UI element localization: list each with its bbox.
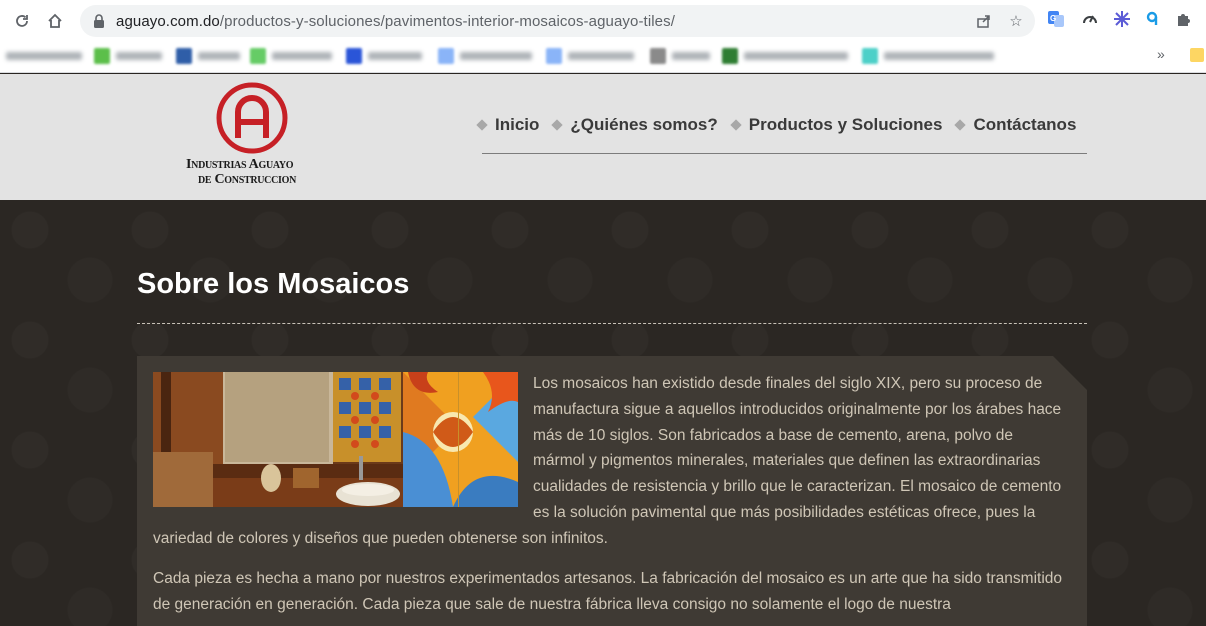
translate-extension-icon[interactable]: G <box>1046 9 1066 29</box>
bookmark-label <box>744 52 848 60</box>
blue-nine-extension-icon[interactable] <box>1142 9 1162 29</box>
logo-line1: Industrias Aguayo <box>186 157 294 172</box>
page-title: Sobre los Mosaicos <box>137 268 410 300</box>
bookmark-favicon-icon <box>438 48 454 64</box>
bookmark-folder-icon[interactable] <box>1190 48 1204 62</box>
site-header: Industrias Aguayo de Construccion Inicio… <box>0 74 1206 200</box>
photo-float-space <box>153 371 518 504</box>
bookmark-label <box>568 52 634 60</box>
snowflake-extension-icon[interactable] <box>1112 9 1132 29</box>
bookmark-item[interactable] <box>546 48 634 64</box>
menu-item-productos-y-soluciones[interactable]: Productos y Soluciones <box>730 115 943 135</box>
bookmark-item[interactable] <box>176 48 240 64</box>
bookmark-label <box>116 52 162 60</box>
bookmark-favicon-icon <box>94 48 110 64</box>
more-bookmarks-chevron[interactable]: » <box>1157 46 1165 62</box>
bookmark-label <box>460 52 532 60</box>
menu-item-quienes-somos[interactable]: ¿Quiénes somos? <box>551 115 718 135</box>
speed-gauge-extension-icon[interactable] <box>1080 9 1100 29</box>
bookmark-label <box>884 52 994 60</box>
home-icon[interactable] <box>42 8 68 34</box>
bookmark-favicon-icon <box>650 48 666 64</box>
bookmark-favicon-icon <box>250 48 266 64</box>
title-divider <box>137 323 1087 324</box>
url-text[interactable]: aguayo.com.do/productos-y-soluciones/pav… <box>116 13 675 30</box>
puzzle-extensions-icon[interactable] <box>1174 9 1194 29</box>
bookmark-item[interactable] <box>862 48 994 64</box>
address-bar[interactable]: aguayo.com.do/productos-y-soluciones/pav… <box>80 5 1035 37</box>
bookmark-favicon-icon <box>546 48 562 64</box>
menu-label: ¿Quiénes somos? <box>570 115 718 134</box>
menu-label: Productos y Soluciones <box>748 115 943 134</box>
diamond-bullet-icon <box>551 119 564 131</box>
bookmark-favicon-icon <box>346 48 362 64</box>
bookmark-label <box>272 52 332 60</box>
bookmark-item[interactable] <box>438 48 532 64</box>
bookmark-favicon-icon <box>176 48 192 64</box>
menu-label: Contáctanos <box>973 115 1077 134</box>
lock-icon[interactable] <box>92 14 106 28</box>
menu-item-contactanos[interactable]: Contáctanos <box>954 115 1077 135</box>
bookmark-item[interactable] <box>6 48 82 64</box>
browser-chrome: aguayo.com.do/productos-y-soluciones/pav… <box>0 0 1206 73</box>
bookmark-label <box>198 52 240 60</box>
logo-emblem-icon <box>216 82 288 154</box>
url-path: /productos-y-soluciones/pavimentos-inter… <box>219 12 675 30</box>
second-paragraph: Cada pieza es hecha a mano por nuestros … <box>153 570 1063 613</box>
diamond-bullet-icon <box>954 119 967 131</box>
site-logo[interactable]: Industrias Aguayo de Construccion <box>186 82 318 187</box>
main-menu: Inicio ¿Quiénes somos? Productos y Soluc… <box>476 114 1090 136</box>
bookmark-label <box>368 52 422 60</box>
main-content: Sobre los Mosaicos Los mosaicos han exis… <box>0 200 1206 626</box>
diamond-bullet-icon <box>730 119 742 131</box>
bookmark-star-icon[interactable]: ☆ <box>1006 11 1026 31</box>
share-icon[interactable] <box>974 11 994 31</box>
menu-underline <box>482 153 1087 154</box>
bookmark-item[interactable] <box>650 48 710 64</box>
bookmarks-bar <box>0 42 1206 70</box>
bookmark-favicon-icon <box>722 48 738 64</box>
content-panel: Los mosaicos han existido desde finales … <box>137 356 1087 626</box>
bookmark-favicon-icon <box>862 48 878 64</box>
logo-line2: de Construccion <box>198 172 297 187</box>
diamond-bullet-icon <box>476 119 488 131</box>
menu-label: Inicio <box>495 115 540 134</box>
url-domain: aguayo.com.do <box>116 12 220 30</box>
bookmark-item[interactable] <box>722 48 848 64</box>
bookmark-label <box>672 52 710 60</box>
bookmark-item[interactable] <box>94 48 162 64</box>
bookmark-label <box>6 52 82 60</box>
bookmark-item[interactable] <box>346 48 422 64</box>
reload-icon[interactable] <box>9 8 35 34</box>
menu-item-inicio[interactable]: Inicio <box>476 115 540 135</box>
svg-text:G: G <box>1050 14 1056 23</box>
bookmark-item[interactable] <box>250 48 332 64</box>
intro-paragraph: Los mosaicos han existido desde finales … <box>153 371 1068 552</box>
